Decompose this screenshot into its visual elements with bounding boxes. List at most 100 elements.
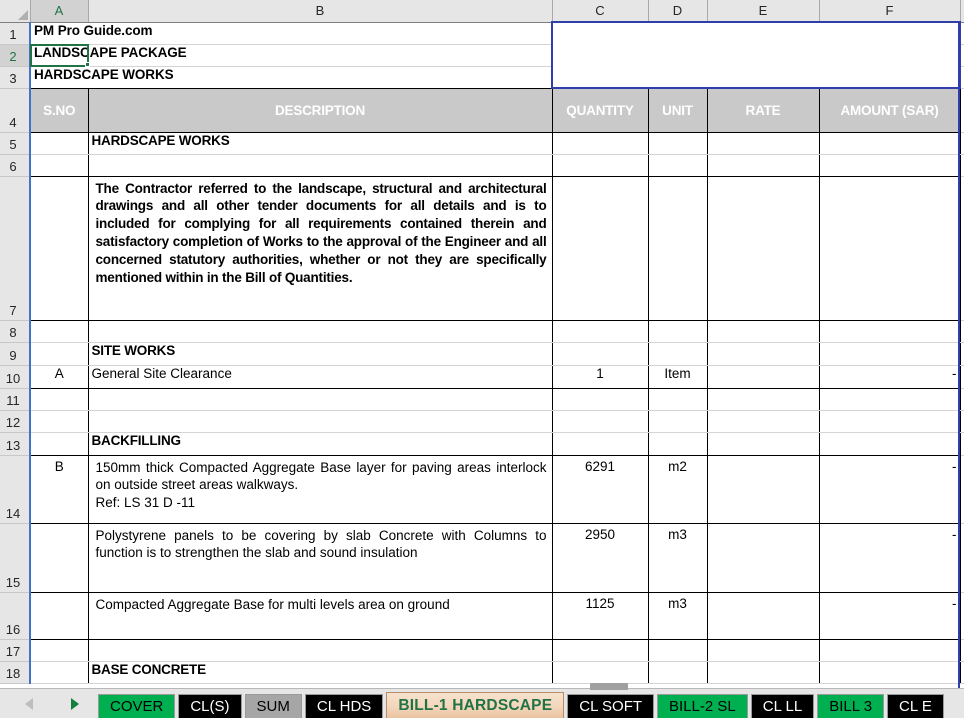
cell-b17[interactable] xyxy=(88,639,553,662)
cell-b13[interactable]: BACKFILLING xyxy=(88,432,553,456)
column-header-d[interactable]: D xyxy=(648,0,708,23)
cell-b6[interactable] xyxy=(88,154,553,177)
cell-c7[interactable] xyxy=(552,176,649,321)
cell-a16-sno[interactable] xyxy=(29,591,89,640)
cell-d14-unit[interactable]: m2 xyxy=(647,454,708,524)
sheet-tab-bill-2-sl[interactable]: BILL-2 SL xyxy=(657,694,748,718)
row-header-1[interactable]: 1 xyxy=(0,22,31,45)
cell-b18[interactable]: BASE CONCRETE xyxy=(88,661,553,684)
column-header-f[interactable]: F xyxy=(819,0,961,23)
cell-a10-sno[interactable]: A xyxy=(29,364,89,389)
column-header-e[interactable]: E xyxy=(707,0,820,23)
cell-a6[interactable] xyxy=(29,154,89,177)
cell-a9[interactable] xyxy=(29,342,89,366)
cell-f7[interactable] xyxy=(819,176,961,321)
cell-c10-quantity[interactable]: 1 xyxy=(551,364,649,389)
select-all-corner[interactable] xyxy=(0,0,31,23)
row-header-18[interactable]: 18 xyxy=(0,661,31,684)
cell-a18[interactable] xyxy=(29,661,89,684)
row-header-16[interactable]: 16 xyxy=(0,592,31,640)
row-header-9[interactable]: 9 xyxy=(0,342,31,366)
cell-e6[interactable] xyxy=(707,154,820,177)
cell-d16-unit[interactable]: m3 xyxy=(647,591,708,640)
cell-d18[interactable] xyxy=(648,661,708,684)
sheet-tab-bill-3[interactable]: BILL 3 xyxy=(817,694,885,718)
cell-a8[interactable] xyxy=(29,320,89,343)
row-header-2[interactable]: 2 xyxy=(0,44,31,67)
cell-d11[interactable] xyxy=(648,388,708,411)
sheet-tab-cl-e[interactable]: CL E xyxy=(887,694,944,718)
sheet-tab-cl-soft[interactable]: CL SOFT xyxy=(567,694,655,718)
row-header-7[interactable]: 7 xyxy=(0,176,31,321)
cell-c17[interactable] xyxy=(552,639,649,662)
horizontal-scrollbar-handle[interactable] xyxy=(590,683,628,690)
cell-c8[interactable] xyxy=(552,320,649,343)
cell-e9[interactable] xyxy=(707,342,820,366)
cell-f16-amount[interactable]: - xyxy=(818,591,961,640)
cell-e11[interactable] xyxy=(707,388,820,411)
cell-f8[interactable] xyxy=(819,320,961,343)
row-header-13[interactable]: 13 xyxy=(0,432,31,456)
cell-c11[interactable] xyxy=(552,388,649,411)
cell-e12[interactable] xyxy=(707,410,820,433)
cell-d8[interactable] xyxy=(648,320,708,343)
cell-e16-rate[interactable] xyxy=(706,591,820,640)
cell-f12[interactable] xyxy=(819,410,961,433)
cell-a17[interactable] xyxy=(29,639,89,662)
cell-e14-rate[interactable] xyxy=(706,454,820,524)
next-sheet-arrow-icon[interactable] xyxy=(71,698,79,710)
sheet-tab-cover[interactable]: COVER xyxy=(98,694,176,718)
row-header-6[interactable]: 6 xyxy=(0,154,31,177)
cell-b16-description[interactable]: Compacted Aggregate Base for multi level… xyxy=(87,591,553,640)
row-header-15[interactable]: 15 xyxy=(0,523,31,593)
row-header-5[interactable]: 5 xyxy=(0,132,31,155)
cell-d15-unit[interactable]: m3 xyxy=(647,522,708,593)
cell-f5[interactable] xyxy=(819,132,961,155)
cell-d9[interactable] xyxy=(648,342,708,366)
sheet-tab-cl-hds[interactable]: CL HDS xyxy=(304,694,384,718)
column-header-c[interactable]: C xyxy=(552,0,649,23)
worksheet-grid[interactable]: A B C D E F 1 PM Pro Guide.com 2 LANDSCA… xyxy=(0,0,964,690)
cell-d10-unit[interactable]: Item xyxy=(647,364,708,389)
cell-f13[interactable] xyxy=(819,432,961,456)
cell-b5[interactable]: HARDSCAPE WORKS xyxy=(88,132,553,155)
cell-a15-sno[interactable] xyxy=(29,522,89,593)
cell-f17[interactable] xyxy=(819,639,961,662)
cell-d6[interactable] xyxy=(648,154,708,177)
cell-f15-amount[interactable]: - xyxy=(818,522,961,593)
cell-b8[interactable] xyxy=(88,320,553,343)
column-header-b[interactable]: B xyxy=(88,0,553,23)
row-header-12[interactable]: 12 xyxy=(0,410,31,433)
cell-a2[interactable]: LANDSCAPE PACKAGE xyxy=(29,44,553,67)
cell-c13[interactable] xyxy=(552,432,649,456)
cell-f9[interactable] xyxy=(819,342,961,366)
cell-c1-merged-blue-box[interactable] xyxy=(551,21,961,89)
row-header-17[interactable]: 17 xyxy=(0,639,31,662)
cell-a12[interactable] xyxy=(29,410,89,433)
cell-d13[interactable] xyxy=(648,432,708,456)
cell-b11[interactable] xyxy=(88,388,553,411)
column-header-a[interactable]: A xyxy=(30,0,89,23)
cell-f6[interactable] xyxy=(819,154,961,177)
cell-a3[interactable]: HARDSCAPE WORKS xyxy=(29,66,553,89)
cell-f10-amount[interactable]: - xyxy=(818,364,961,389)
sheet-tab-bill-1-hardscape[interactable]: BILL-1 HARDSCAPE xyxy=(386,692,565,718)
cell-c6[interactable] xyxy=(552,154,649,177)
cell-f11[interactable] xyxy=(819,388,961,411)
fill-handle[interactable] xyxy=(85,62,90,67)
cell-d17[interactable] xyxy=(648,639,708,662)
cell-b9[interactable]: SITE WORKS xyxy=(88,342,553,366)
cell-c14-quantity[interactable]: 6291 xyxy=(551,454,649,524)
row-header-3[interactable]: 3 xyxy=(0,66,31,89)
cell-a7[interactable] xyxy=(29,176,89,321)
cell-b7-clause[interactable]: The Contractor referred to the landscape… xyxy=(88,176,553,321)
cell-d7[interactable] xyxy=(648,176,708,321)
cell-c5[interactable] xyxy=(552,132,649,155)
cell-a14-sno[interactable]: B xyxy=(29,454,89,524)
sheet-tab-cl-s[interactable]: CL(S) xyxy=(178,694,242,718)
cell-b15-description[interactable]: Polystyrene panels to be covering by sla… xyxy=(87,522,553,593)
cell-e13[interactable] xyxy=(707,432,820,456)
cell-e17[interactable] xyxy=(707,639,820,662)
cell-d5[interactable] xyxy=(648,132,708,155)
cell-e10-rate[interactable] xyxy=(706,364,820,389)
